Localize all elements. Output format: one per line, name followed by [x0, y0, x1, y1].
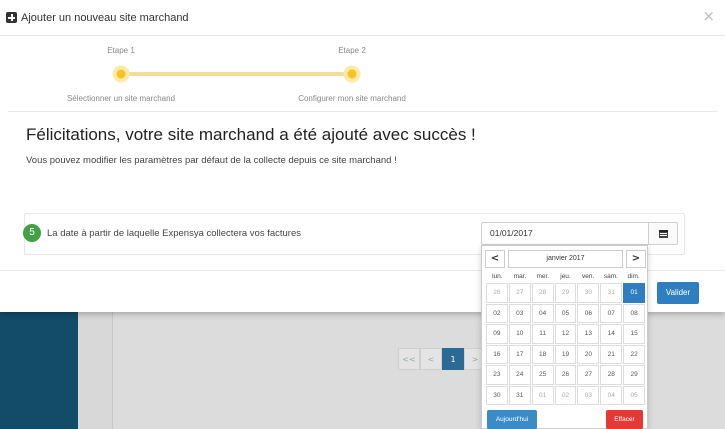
- start-date-input[interactable]: 01/01/2017: [481, 222, 649, 245]
- weekday-label: mar.: [513, 273, 527, 280]
- day-cell[interactable]: 07: [600, 303, 623, 323]
- weekday-label: jeu.: [560, 273, 571, 280]
- setting-number-badge: 5: [23, 224, 41, 242]
- day-cell[interactable]: 14: [600, 324, 623, 344]
- day-cell[interactable]: 16: [486, 344, 508, 364]
- month-year-switch[interactable]: janvier 2017: [508, 250, 623, 268]
- day-cell[interactable]: 18: [531, 344, 554, 364]
- day-cell[interactable]: 04: [600, 385, 623, 405]
- datepicker-header: < janvier 2017 >: [485, 250, 646, 268]
- day-cell[interactable]: 02: [554, 385, 577, 405]
- prev-month-button[interactable]: <: [485, 250, 505, 268]
- app-sidebar: [0, 312, 78, 429]
- plus-square-icon: [6, 12, 17, 23]
- pager-current-page[interactable]: 1: [442, 348, 464, 370]
- modal-header: Ajouter un nouveau site marchand: [0, 0, 725, 36]
- close-button[interactable]: ×: [702, 9, 715, 24]
- day-cell[interactable]: 04: [531, 303, 554, 323]
- day-cell[interactable]: 01: [623, 283, 645, 303]
- day-cells: 26 27 28 29 30 31 01 02 03 04 05 06 07 08 09 10 11 12 13 14…: [486, 283, 645, 405]
- step-progress-track: [121, 72, 353, 76]
- datepicker-grid: lun. mar. mer. jeu. ven. sam. dim. 26 27 28 29 30 3…: [486, 272, 645, 405]
- day-cell[interactable]: 03: [577, 385, 600, 405]
- today-button[interactable]: Aujourd'hui: [487, 410, 537, 429]
- pager-prev-button[interactable]: <: [420, 348, 442, 370]
- day-cell[interactable]: 30: [577, 283, 600, 303]
- steps-divider: [8, 111, 717, 112]
- day-cell[interactable]: 31: [600, 283, 623, 303]
- day-cell[interactable]: 26: [554, 365, 577, 385]
- step-1-label: Etape 1: [107, 46, 135, 55]
- day-cell[interactable]: 12: [554, 324, 577, 344]
- wizard-steps: Etape 1 Etape 2 Sélectionner un site mar…: [0, 36, 725, 111]
- day-cell[interactable]: 21: [600, 344, 623, 364]
- step-1-description: Sélectionner un site marchand: [66, 94, 176, 103]
- calendar-icon: [658, 229, 668, 238]
- day-cell[interactable]: 25: [531, 365, 554, 385]
- background-pagination: << < 1 >: [398, 348, 486, 370]
- day-cell[interactable]: 05: [554, 303, 577, 323]
- day-cell[interactable]: 15: [623, 324, 645, 344]
- day-cell[interactable]: 06: [577, 303, 600, 323]
- day-cell[interactable]: 31: [508, 385, 531, 405]
- day-cell[interactable]: 08: [623, 303, 645, 323]
- day-cell[interactable]: 17: [508, 344, 531, 364]
- day-cell[interactable]: 10: [508, 324, 531, 344]
- datepicker-popup: < janvier 2017 > lun. mar. mer. jeu. ven. sam…: [481, 245, 648, 429]
- day-cell[interactable]: 28: [531, 283, 554, 303]
- clear-button[interactable]: Effacer: [606, 410, 643, 429]
- day-cell[interactable]: 29: [623, 365, 645, 385]
- day-cell[interactable]: 01: [531, 385, 554, 405]
- day-cell[interactable]: 26: [486, 283, 508, 303]
- day-cell[interactable]: 11: [531, 324, 554, 344]
- day-cell[interactable]: 03: [508, 303, 531, 323]
- validate-button[interactable]: Valider: [657, 282, 699, 304]
- day-cell[interactable]: 24: [508, 365, 531, 385]
- day-cell[interactable]: 27: [508, 283, 531, 303]
- step-2-description: Configurer mon site marchand: [298, 94, 406, 103]
- start-date-label: La date à partir de laquelle Expensya co…: [47, 228, 302, 239]
- success-title: Félicitations, votre site marchand a été…: [26, 125, 476, 144]
- day-cell[interactable]: 09: [486, 324, 508, 344]
- pager-first-button[interactable]: <<: [398, 348, 420, 370]
- day-cell[interactable]: 02: [486, 303, 508, 323]
- day-cell[interactable]: 05: [623, 385, 645, 405]
- day-cell[interactable]: 23: [486, 365, 508, 385]
- weekday-label: ven.: [582, 273, 595, 280]
- weekday-label: mer.: [536, 273, 550, 280]
- step-2-label: Etape 2: [338, 46, 366, 55]
- day-cell[interactable]: 20: [577, 344, 600, 364]
- day-cell[interactable]: 19: [554, 344, 577, 364]
- modal-title: Ajouter un nouveau site marchand: [21, 11, 189, 24]
- success-subtitle: Vous pouvez modifier les paramètres par …: [26, 155, 397, 166]
- day-cell[interactable]: 28: [600, 365, 623, 385]
- day-cell[interactable]: 29: [554, 283, 577, 303]
- day-cell[interactable]: 22: [623, 344, 645, 364]
- weekday-header-row: lun. mar. mer. jeu. ven. sam. dim.: [486, 272, 645, 282]
- weekday-label: dim.: [627, 273, 640, 280]
- day-cell[interactable]: 27: [577, 365, 600, 385]
- step-1-dot[interactable]: [112, 65, 130, 83]
- calendar-button[interactable]: [648, 222, 678, 245]
- day-cell[interactable]: 30: [486, 385, 508, 405]
- weekday-label: lun.: [492, 273, 503, 280]
- weekday-label: sam.: [603, 273, 618, 280]
- next-month-button[interactable]: >: [626, 250, 646, 268]
- day-cell[interactable]: 13: [577, 324, 600, 344]
- step-2-dot[interactable]: [343, 65, 361, 83]
